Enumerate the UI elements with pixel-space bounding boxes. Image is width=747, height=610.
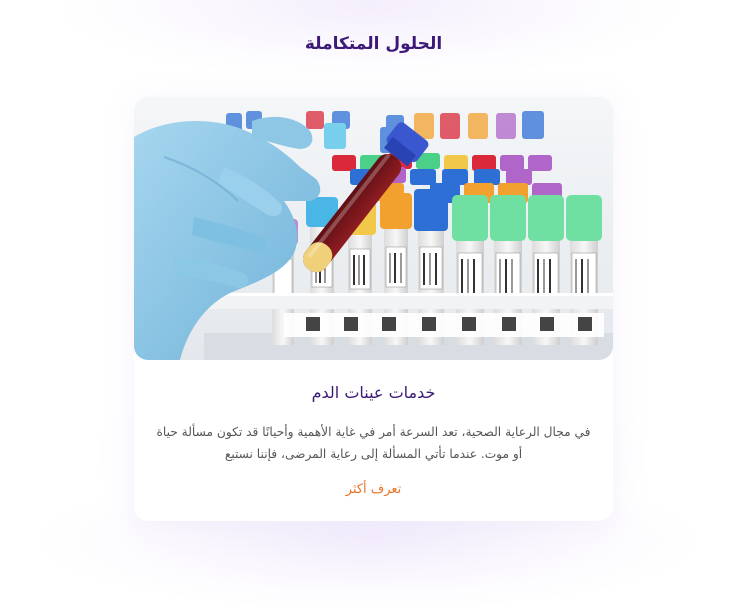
blood-sample-image [134, 97, 613, 360]
learn-more-link[interactable]: تعرف أكثر [134, 482, 613, 497]
card-description: في مجال الرعاية الصحية، تعد السرعة أمر ف… [156, 425, 591, 461]
section-title: الحلول المتكاملة [304, 34, 443, 54]
card-title: خدمات عينات الدم [311, 383, 436, 402]
service-card: خدمات عينات الدم في مجال الرعاية الصحية،… [134, 97, 613, 521]
